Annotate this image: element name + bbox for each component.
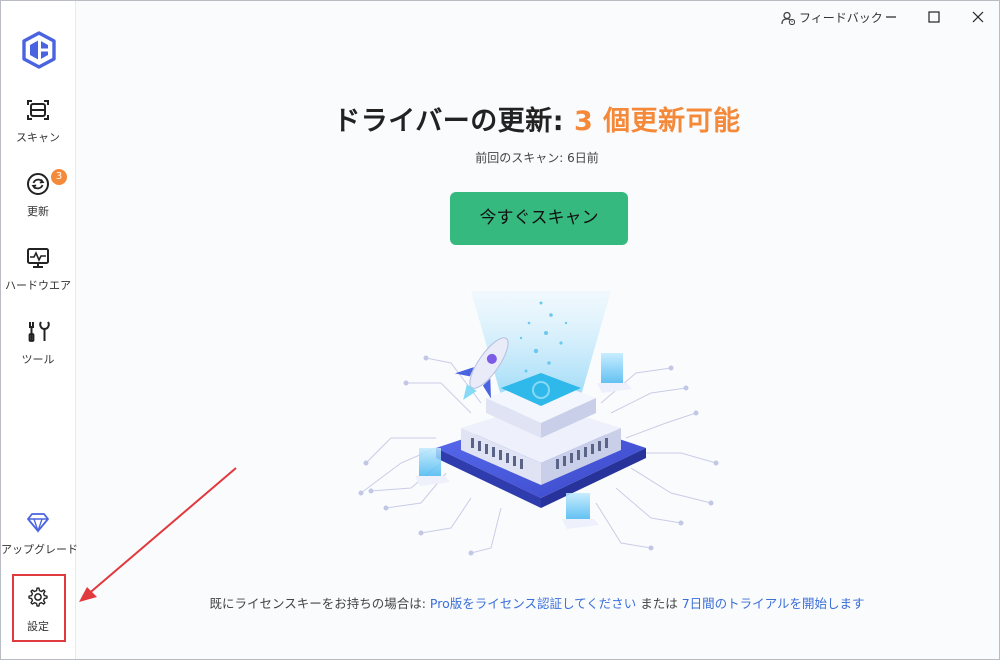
sidebar-item-label: 設定 [27, 620, 49, 633]
start-trial-link[interactable]: 7日間のトライアルを開始します [682, 596, 865, 611]
sidebar-item-label: ハードウエア [5, 279, 71, 292]
update-count-highlight: 3 個更新可能 [573, 106, 741, 137]
maximize-icon[interactable] [919, 5, 949, 29]
sidebar-item-scan[interactable]: スキャン [1, 97, 75, 145]
feedback-button[interactable]: フィードバック [781, 9, 883, 26]
hardware-monitor-icon [27, 248, 49, 268]
last-scan-text: 前回のスキャン: 6日前 [475, 151, 599, 165]
sidebar: スキャン 3 更新 ハードウエア ツール アップグレード 設定 [1, 1, 78, 659]
feedback-label: フィードバック [799, 11, 883, 25]
title-prefix: ドライバーの更新: [333, 106, 565, 137]
sidebar-item-label: アップグレード [1, 543, 78, 556]
sidebar-item-hardware[interactable]: ハードウエア [1, 245, 75, 293]
driver-booster-logo-icon[interactable] [21, 31, 57, 69]
server-rocket-illustration [358, 291, 719, 556]
annotation-arrow-icon [79, 467, 237, 602]
refresh-icon [27, 173, 49, 195]
sidebar-item-label: スキャン [16, 131, 60, 144]
close-icon[interactable] [963, 5, 993, 29]
update-count-badge: 3 [51, 169, 67, 185]
tools-icon [28, 321, 50, 342]
activate-pro-link[interactable]: Pro版をライセンス認証してください [430, 596, 636, 611]
sidebar-item-label: ツール [21, 353, 55, 366]
sidebar-item-tools[interactable]: ツール [1, 319, 75, 367]
user-feedback-icon [781, 11, 795, 25]
sidebar-item-upgrade[interactable]: アップグレード [1, 511, 78, 557]
gear-icon [28, 587, 48, 607]
scan-icon [27, 100, 49, 120]
scan-now-button[interactable]: 今すぐスキャン [450, 192, 628, 245]
sidebar-item-update[interactable]: 3 更新 [1, 169, 75, 219]
app-window: スキャン 3 更新 ハードウエア ツール アップグレード 設定 フィードバック … [0, 0, 1000, 660]
sidebar-item-settings[interactable]: 設定 [1, 586, 75, 634]
page-title: ドライバーの更新: 3 個更新可能 [75, 99, 999, 138]
footer-text-or: または [640, 596, 678, 611]
minimize-icon[interactable] [876, 5, 906, 29]
sidebar-item-label: 更新 [27, 205, 49, 218]
diamond-icon [27, 513, 49, 533]
